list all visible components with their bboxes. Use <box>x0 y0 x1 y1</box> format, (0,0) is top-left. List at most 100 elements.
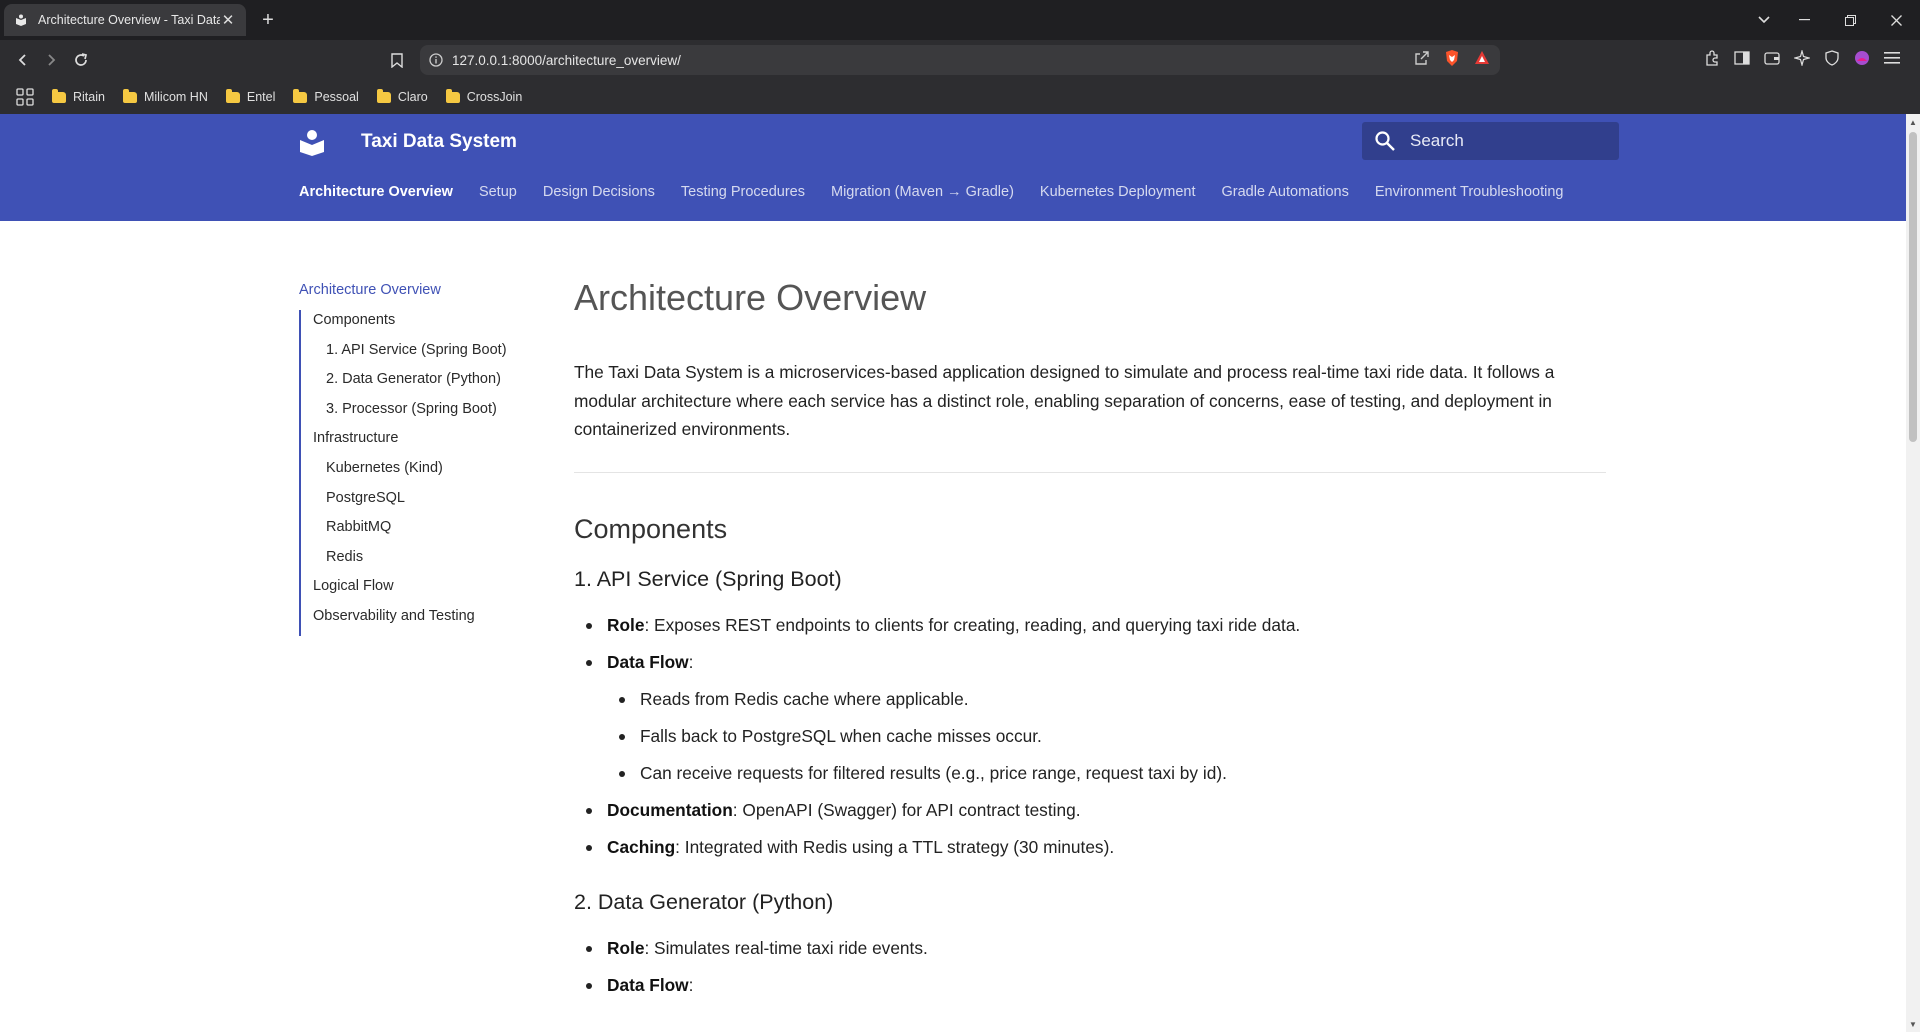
search-icon <box>1374 130 1396 152</box>
bookmark-label: Pessoal <box>314 90 359 104</box>
components-heading: Components <box>574 513 728 544</box>
tab-setup[interactable]: Setup <box>479 184 517 200</box>
site-favicon-icon <box>14 13 28 27</box>
scroll-down-icon[interactable]: ▼ <box>1909 1020 1917 1029</box>
site-info-icon[interactable] <box>420 53 452 67</box>
tab-title: Architecture Overview - Taxi Data <box>38 13 220 27</box>
divider <box>574 471 1606 473</box>
book-logo-icon[interactable] <box>299 128 325 156</box>
list-item: Falls back to PostgreSQL when cache miss… <box>607 718 1606 755</box>
api-service-list: Role: Exposes REST endpoints to clients … <box>574 607 1606 866</box>
address-bar[interactable]: 127.0.0.1:8000/architecture_overview/ <box>420 45 1500 75</box>
folder-icon <box>293 88 308 103</box>
browser-toolbar: 127.0.0.1:8000/architecture_overview/ <box>0 40 1920 80</box>
forward-icon[interactable] <box>38 48 64 72</box>
toc-item-api-service[interactable]: 1. API Service (Spring Boot) <box>313 340 539 370</box>
tab-architecture-overview[interactable]: Architecture Overview <box>299 184 453 200</box>
reload-icon[interactable] <box>68 48 94 72</box>
toc-list: Components 1. API Service (Spring Boot) … <box>299 310 539 636</box>
list-item: Role: Simulates real-time taxi ride even… <box>574 930 1606 967</box>
brave-shields-icon[interactable] <box>1444 49 1460 72</box>
toc-item-postgresql[interactable]: PostgreSQL <box>313 488 539 518</box>
toc-item-architecture-overview[interactable]: Architecture Overview <box>299 280 539 300</box>
api-service-heading: 1. API Service (Spring Boot) <box>574 566 842 591</box>
tab-testing-procedures[interactable]: Testing Procedures <box>681 184 805 200</box>
top-nav-tabs: Architecture Overview Setup Design Decis… <box>299 184 1563 200</box>
list-item: Caching: Integrated with Redis using a T… <box>574 829 1606 866</box>
data-flow-label: Data Flow <box>607 974 689 995</box>
wallet-icon[interactable] <box>1764 50 1780 66</box>
close-window-icon[interactable] <box>1874 0 1918 40</box>
list-item: Data Flow: Reads from Redis cache where … <box>574 644 1606 792</box>
leo-ai-icon[interactable] <box>1794 50 1810 66</box>
toc-item-infrastructure[interactable]: Infrastructure <box>313 428 539 458</box>
site-title[interactable]: Taxi Data System <box>361 128 517 156</box>
folder-icon <box>225 88 240 103</box>
url-text: 127.0.0.1:8000/architecture_overview/ <box>452 52 681 68</box>
profile-avatar-icon[interactable] <box>1854 50 1870 66</box>
tab-gradle-automations[interactable]: Gradle Automations <box>1222 184 1349 200</box>
bookmark-folder[interactable]: CrossJoin <box>445 88 523 104</box>
minimize-icon[interactable] <box>1782 0 1826 40</box>
role-label: Role <box>607 614 645 635</box>
role-label: Role <box>607 937 645 958</box>
new-tab-icon[interactable]: + <box>256 8 280 32</box>
tab-environment-troubleshooting[interactable]: Environment Troubleshooting <box>1375 184 1564 200</box>
list-item: Role: Exposes REST endpoints to clients … <box>574 607 1606 644</box>
search-input[interactable]: Search <box>1362 122 1619 160</box>
list-item: Can receive requests for filtered result… <box>607 755 1606 792</box>
browser-tab-active[interactable]: Architecture Overview - Taxi Data ✕ <box>4 4 246 36</box>
folder-icon <box>122 88 137 103</box>
toc-item-kubernetes[interactable]: Kubernetes (Kind) <box>313 458 539 488</box>
bookmark-folder[interactable]: Entel <box>225 88 276 104</box>
data-flow-label: Data Flow <box>607 651 689 672</box>
page-scrollbar[interactable]: ▲ ▼ <box>1906 114 1920 1032</box>
bookmark-folder[interactable]: Pessoal <box>293 88 359 104</box>
tab-kubernetes-deployment[interactable]: Kubernetes Deployment <box>1040 184 1196 200</box>
intro-paragraph: The Taxi Data System is a microservices-… <box>574 362 1555 439</box>
tab-search-chevron-icon[interactable] <box>1742 0 1786 40</box>
site-header: Taxi Data System Search Architecture Ove… <box>0 114 1906 221</box>
toc-item-processor[interactable]: 3. Processor (Spring Boot) <box>313 399 539 429</box>
brave-rewards-icon[interactable] <box>1474 50 1490 71</box>
back-icon[interactable] <box>10 48 36 72</box>
menu-icon[interactable] <box>1884 50 1900 66</box>
bookmark-label: Milicom HN <box>143 90 208 104</box>
documentation-text: : OpenAPI (Swagger) for API contract tes… <box>732 799 1081 820</box>
share-icon[interactable] <box>1414 50 1430 71</box>
scroll-up-icon[interactable]: ▲ <box>1909 118 1917 127</box>
bookmark-label: Entel <box>246 90 276 104</box>
apps-grid-icon[interactable] <box>16 88 34 106</box>
bookmarks-bar: Ritain Milicom HN Entel Pessoal Claro Cr… <box>0 80 1920 114</box>
documentation-label: Documentation <box>607 799 733 820</box>
bookmark-folder[interactable]: Milicom HN <box>122 88 208 104</box>
list-item: Data Flow: <box>574 967 1606 1004</box>
page-viewport: Taxi Data System Search Architecture Ove… <box>0 114 1920 1032</box>
page-title: Architecture Overview <box>574 277 927 318</box>
restore-icon[interactable] <box>1828 0 1872 40</box>
bookmark-folder[interactable]: Ritain <box>52 88 105 104</box>
bookmark-label: CrossJoin <box>466 90 523 104</box>
bookmark-folder[interactable]: Claro <box>376 88 428 104</box>
bookmark-label: Ritain <box>73 90 105 104</box>
list-item: Documentation: OpenAPI (Swagger) for API… <box>574 792 1606 829</box>
tab-migration[interactable]: Migration (Maven → Gradle) <box>831 184 1014 200</box>
toc-item-rabbitmq[interactable]: RabbitMQ <box>313 517 539 547</box>
tab-close-icon[interactable]: ✕ <box>220 12 236 29</box>
tab-design-decisions[interactable]: Design Decisions <box>543 184 655 200</box>
data-flow-list: Reads from Redis cache where applicable.… <box>607 681 1606 792</box>
toc-item-logical-flow[interactable]: Logical Flow <box>313 576 539 606</box>
toc-item-observability[interactable]: Observability and Testing <box>313 606 539 636</box>
bookmark-label: Claro <box>397 90 428 104</box>
toc-item-data-generator[interactable]: 2. Data Generator (Python) <box>313 369 539 399</box>
toc-item-redis[interactable]: Redis <box>313 547 539 577</box>
bookmark-page-icon[interactable] <box>384 48 410 72</box>
caching-label: Caching <box>607 836 676 857</box>
toc-item-components[interactable]: Components <box>313 310 539 340</box>
extensions-icon[interactable] <box>1704 50 1720 66</box>
sidebar-toggle-icon[interactable] <box>1734 50 1750 66</box>
data-generator-list: Role: Simulates real-time taxi ride even… <box>574 930 1606 1004</box>
scrollbar-thumb[interactable] <box>1909 132 1917 442</box>
vpn-shield-icon[interactable] <box>1824 50 1840 66</box>
role-text: : Exposes REST endpoints to clients for … <box>644 614 1301 635</box>
